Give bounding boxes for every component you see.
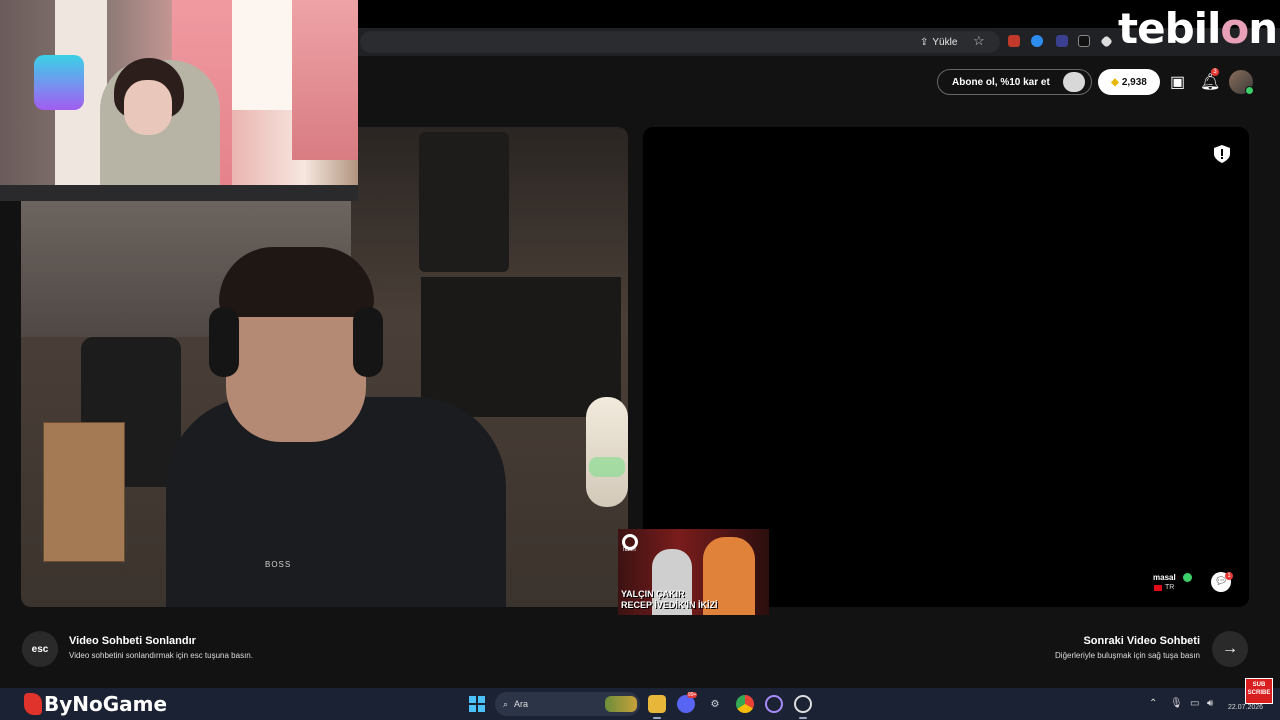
extension-icon[interactable]: [1008, 35, 1020, 47]
speaker: [419, 132, 509, 272]
esc-key-label: esc: [31, 643, 49, 655]
taskbar-search[interactable]: ⌕ Ara: [495, 692, 640, 716]
app-icon[interactable]: [765, 695, 783, 713]
microphone: [586, 397, 628, 507]
rgb-lamp: [34, 55, 84, 110]
peer-country-code: TR: [1165, 584, 1175, 591]
coin-balance: 2,938: [1121, 76, 1147, 88]
steam-icon[interactable]: ⚙: [706, 695, 724, 713]
upload-label: Yükle: [932, 36, 958, 48]
flower-icon: [1063, 72, 1085, 92]
headphone-right: [353, 307, 383, 377]
chrome-icon[interactable]: [736, 695, 754, 713]
monitor: [421, 277, 621, 417]
streamer-webcam-overlay: [0, 0, 358, 201]
end-chat-hint: Video sohbetini sonlandırmak için esc tu…: [69, 651, 253, 660]
search-icon: ⌕: [503, 698, 509, 709]
end-chat-title: Video Sohbeti Sonlandır: [69, 635, 196, 647]
extension-icon[interactable]: [1078, 35, 1090, 47]
desk: [0, 185, 358, 201]
bookmark-star-icon[interactable]: ☆: [973, 33, 985, 49]
subscribe-line: SUB: [1252, 682, 1266, 688]
next-chat-title: Sonraki Video Sohbeti: [1083, 635, 1200, 647]
file-explorer-icon[interactable]: [648, 695, 666, 713]
subscribe-label: Abone ol, %10 kar et: [952, 76, 1050, 88]
wooden-cabinet: [43, 422, 125, 562]
microphone-icon[interactable]: 🎙︎: [1170, 698, 1183, 709]
bynogame-mark-icon: [24, 693, 42, 715]
coins-button[interactable]: ◆ 2,938: [1098, 69, 1160, 95]
subscribe-button[interactable]: Abone ol, %10 kar et: [937, 69, 1092, 95]
extension-icon[interactable]: [1031, 35, 1043, 47]
chevron-up-icon[interactable]: ⌃: [1149, 698, 1157, 709]
watermark-logo: ByNoGame: [24, 692, 167, 716]
search-placeholder: Ara: [514, 699, 529, 709]
curtain: [292, 0, 358, 160]
chat-badge: 1: [1225, 572, 1233, 580]
next-chat-button[interactable]: →: [1212, 631, 1248, 667]
channel-logo: tebilon: [1118, 4, 1278, 53]
extension-icon[interactable]: [1056, 35, 1068, 47]
report-shield-icon[interactable]: [1214, 145, 1230, 163]
subscribe-line: SCRIBE: [1247, 690, 1271, 696]
speaker-icon[interactable]: 🔊︎: [1207, 698, 1213, 709]
clip-caption: YALÇIN ÇAKIR: [621, 589, 685, 599]
taskbar-date[interactable]: 22.07.2026: [1228, 704, 1263, 711]
notification-badge: 3: [1211, 68, 1219, 76]
start-button[interactable]: [469, 696, 485, 712]
clip-caption: RECEP İVEDİK'İN İKİZİ: [621, 600, 718, 610]
screen: ⇪ Yükle ☆ tebilon Abone ol, %10 kar et ◆…: [0, 0, 1280, 720]
display-icon[interactable]: ▭: [1190, 698, 1199, 709]
upload-button[interactable]: ⇪ Yükle: [920, 34, 957, 50]
windows-taskbar: ByNoGame ⌕ Ara 99+ ⚙ ⌃ 🎙︎ ▭ 🔊︎ 22.07.202…: [0, 688, 1280, 720]
running-indicator: [799, 717, 807, 719]
person-hair: [219, 247, 374, 317]
turkey-flag-icon: [1154, 584, 1162, 591]
online-status-dot: [1245, 86, 1254, 95]
store-icon[interactable]: ▣: [1170, 72, 1185, 92]
verified-icon: [1183, 573, 1192, 582]
upload-icon: ⇪: [920, 36, 929, 48]
address-bar[interactable]: [360, 31, 1000, 53]
window: [232, 0, 292, 110]
obs-icon[interactable]: [794, 695, 812, 713]
discord-badge: 99+: [687, 692, 698, 698]
peer-name: masal: [1153, 573, 1176, 582]
microphone-light: [589, 457, 625, 477]
headphone-left: [209, 307, 239, 377]
diamond-icon: ◆: [1111, 76, 1119, 88]
search-highlight-image: [605, 696, 637, 712]
shirt-logo: BOSS: [265, 560, 292, 569]
clip-overlay: flash YALÇIN ÇAKIR RECEP İVEDİK'İN İKİZİ: [618, 529, 769, 615]
next-chat-hint: Diğerleriyle buluşmak için sağ tuşa bası…: [1055, 651, 1200, 660]
end-chat-button[interactable]: esc: [22, 631, 58, 667]
streamer-face: [124, 80, 172, 135]
watermark-text: ByNoGame: [44, 692, 168, 716]
arrow-right-icon: →: [1222, 640, 1238, 657]
running-indicator: [653, 717, 661, 719]
extension-icon[interactable]: [1100, 35, 1113, 48]
peer-country: TR: [1154, 584, 1174, 591]
subscribe-overlay: SUB SCRIBE: [1245, 678, 1273, 704]
clip-brand: flash: [623, 547, 636, 553]
